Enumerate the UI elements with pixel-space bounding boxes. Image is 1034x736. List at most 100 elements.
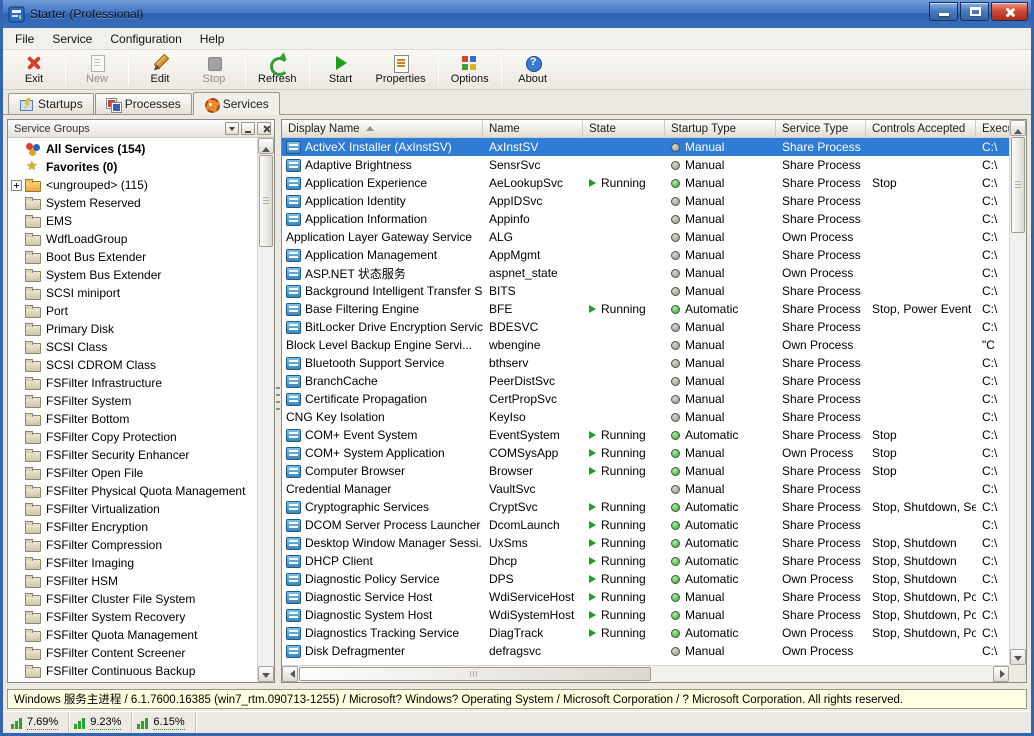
toolbar-button-properties[interactable]: Properties	[368, 52, 434, 88]
minimize-button[interactable]	[929, 2, 958, 21]
service-row[interactable]: Application Identity AppIDSvc Manual Sha…	[282, 192, 1009, 210]
service-row[interactable]: Base Filtering Engine BFE Running Automa…	[282, 300, 1009, 318]
scroll-down-button[interactable]	[258, 666, 274, 682]
scrollbar-thumb[interactable]	[259, 155, 273, 247]
service-group-item[interactable]: FSFilter Content Screener	[8, 644, 257, 662]
menu-file[interactable]: File	[6, 30, 43, 48]
service-row[interactable]: Diagnostic Service Host WdiServiceHost R…	[282, 588, 1009, 606]
toolbar-button-refresh[interactable]: Refresh	[250, 52, 305, 88]
service-group-item[interactable]: FSFilter Cluster File System	[8, 590, 257, 608]
column-header-state[interactable]: State	[583, 120, 665, 138]
service-row[interactable]: ASP.NET 状态服务 aspnet_state Manual Own Pro…	[282, 264, 1009, 282]
service-row[interactable]: Adaptive Brightness SensrSvc Manual Shar…	[282, 156, 1009, 174]
maximize-button[interactable]	[960, 2, 989, 21]
service-group-item[interactable]: FSFilter Copy Protection	[8, 428, 257, 446]
service-group-item[interactable]: FSFilter Bottom	[8, 410, 257, 428]
service-group-item[interactable]: Boot Bus Extender	[8, 248, 257, 266]
groups-vertical-scrollbar[interactable]	[257, 138, 274, 682]
table-vertical-scrollbar[interactable]	[1009, 120, 1026, 665]
service-row[interactable]: Application Experience AeLookupSvc Runni…	[282, 174, 1009, 192]
service-row[interactable]: Diagnostic System Host WdiSystemHost Run…	[282, 606, 1009, 624]
service-group-item[interactable]: FSFilter Infrastructure	[8, 374, 257, 392]
menu-service[interactable]: Service	[43, 30, 101, 48]
scroll-up-button[interactable]	[258, 138, 274, 154]
service-row[interactable]: ActiveX Installer (AxInstSV) AxInstSV Ma…	[282, 138, 1009, 156]
service-group-item[interactable]: Port	[8, 302, 257, 320]
toolbar-button-edit[interactable]: Edit	[133, 52, 187, 88]
close-button[interactable]	[991, 2, 1028, 21]
panel-collapse-button[interactable]	[241, 122, 255, 135]
service-row[interactable]: COM+ System Application COMSysApp Runnin…	[282, 444, 1009, 462]
scroll-up-button[interactable]	[1010, 120, 1026, 136]
service-group-item[interactable]: SCSI Class	[8, 338, 257, 356]
scroll-down-button[interactable]	[1010, 649, 1026, 665]
scrollbar-thumb[interactable]	[1011, 137, 1025, 233]
tab-processes[interactable]: Processes	[95, 93, 192, 114]
service-row[interactable]: BranchCache PeerDistSvc Manual Share Pro…	[282, 372, 1009, 390]
service-group-item[interactable]: FSFilter Continuous Backup	[8, 662, 257, 680]
service-group-item[interactable]: FSFilter Encryption	[8, 518, 257, 536]
service-row[interactable]: DHCP Client Dhcp Running Automatic Share…	[282, 552, 1009, 570]
toolbar-button-exit[interactable]: Exit	[7, 52, 61, 88]
service-row[interactable]: Computer Browser Browser Running Manual …	[282, 462, 1009, 480]
service-row[interactable]: BitLocker Drive Encryption Service BDESV…	[282, 318, 1009, 336]
tab-startups[interactable]: Startups	[8, 93, 94, 114]
service-group-item[interactable]: FSFilter Virtualization	[8, 500, 257, 518]
title-bar[interactable]: Starter (Professional)	[3, 0, 1031, 28]
toolbar-button-options[interactable]: Options	[443, 52, 497, 88]
service-row[interactable]: Application Information Appinfo Manual S…	[282, 210, 1009, 228]
column-header-startup-type[interactable]: Startup Type	[665, 120, 776, 138]
service-row[interactable]: Cryptographic Services CryptSvc Running …	[282, 498, 1009, 516]
service-group-item[interactable]: SCSI miniport	[8, 284, 257, 302]
column-header-display-name[interactable]: Display Name	[282, 120, 483, 138]
service-row[interactable]: CNG Key Isolation KeyIso Manual Share Pr…	[282, 408, 1009, 426]
service-row[interactable]: COM+ Event System EventSystem Running Au…	[282, 426, 1009, 444]
column-header-execu[interactable]: Execu	[976, 120, 1009, 138]
service-group-item[interactable]: FSFilter Open File	[8, 464, 257, 482]
service-group-item[interactable]: FSFilter System	[8, 392, 257, 410]
service-row[interactable]: Disk Defragmenter defragsvc Manual Own P…	[282, 642, 1009, 660]
service-group-item[interactable]: WdfLoadGroup	[8, 230, 257, 248]
toolbar-button-about[interactable]: About	[506, 52, 560, 88]
service-group-item[interactable]: FSFilter Security Enhancer	[8, 446, 257, 464]
service-group-item[interactable]: Favorites (0)	[8, 158, 257, 176]
service-group-item[interactable]: FSFilter HSM	[8, 572, 257, 590]
service-group-item[interactable]: All Services (154)	[8, 140, 257, 158]
service-row[interactable]: Bluetooth Support Service bthserv Manual…	[282, 354, 1009, 372]
service-row[interactable]: Diagnostics Tracking Service DiagTrack R…	[282, 624, 1009, 642]
service-group-item[interactable]: SCSI CDROM Class	[8, 356, 257, 374]
toolbar-button-stop[interactable]: Stop	[187, 52, 241, 88]
column-header-name[interactable]: Name	[483, 120, 583, 138]
scroll-left-button[interactable]	[282, 666, 298, 682]
table-horizontal-scrollbar[interactable]	[282, 665, 1009, 682]
service-group-item[interactable]: EMS	[8, 212, 257, 230]
service-group-item[interactable]: FSFilter Quota Management	[8, 626, 257, 644]
service-row[interactable]: Application Layer Gateway Service ALG Ma…	[282, 228, 1009, 246]
service-group-item[interactable]: FSFilter Physical Quota Management	[8, 482, 257, 500]
panel-menu-button[interactable]	[225, 122, 239, 135]
menu-configuration[interactable]: Configuration	[101, 30, 190, 48]
service-group-item[interactable]: FSFilter Compression	[8, 536, 257, 554]
service-row[interactable]: Desktop Window Manager Sessi... UxSms Ru…	[282, 534, 1009, 552]
service-row[interactable]: Credential Manager VaultSvc Manual Share…	[282, 480, 1009, 498]
toolbar-button-new[interactable]: New	[70, 52, 124, 88]
service-group-item[interactable]: <ungrouped> (115)	[8, 176, 257, 194]
scrollbar-thumb[interactable]	[299, 667, 651, 681]
service-group-item[interactable]: System Reserved	[8, 194, 257, 212]
service-row[interactable]: Background Intelligent Transfer S... BIT…	[282, 282, 1009, 300]
scroll-right-button[interactable]	[993, 666, 1009, 682]
column-header-service-type[interactable]: Service Type	[776, 120, 866, 138]
service-group-item[interactable]: FSFilter Imaging	[8, 554, 257, 572]
service-row[interactable]: DCOM Server Process Launcher DcomLaunch …	[282, 516, 1009, 534]
tab-services[interactable]: Services	[193, 92, 280, 115]
toolbar-button-start[interactable]: Start	[314, 52, 368, 88]
service-row[interactable]: Application Management AppMgmt Manual Sh…	[282, 246, 1009, 264]
service-group-item[interactable]: System Bus Extender	[8, 266, 257, 284]
menu-help[interactable]: Help	[191, 30, 234, 48]
service-row[interactable]: Block Level Backup Engine Servi... wbeng…	[282, 336, 1009, 354]
service-row[interactable]: Diagnostic Policy Service DPS Running Au…	[282, 570, 1009, 588]
service-group-item[interactable]: Primary Disk	[8, 320, 257, 338]
panel-close-button[interactable]	[257, 122, 271, 135]
column-header-controls-accepted[interactable]: Controls Accepted	[866, 120, 976, 138]
expander-icon[interactable]	[11, 180, 22, 191]
